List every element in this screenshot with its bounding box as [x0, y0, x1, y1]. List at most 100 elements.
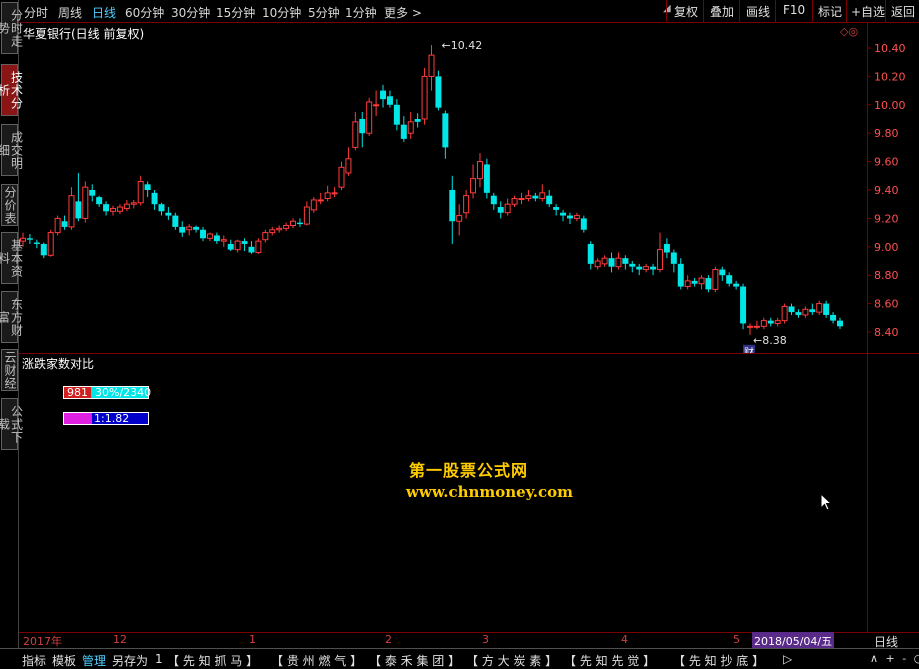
f10-button[interactable]: F10: [783, 3, 805, 17]
tab-eastmoney[interactable]: 东方财富: [0, 291, 24, 343]
chart-corner-icons[interactable]: ◇◎: [840, 25, 858, 38]
candle-body: [26, 238, 33, 240]
tab-intraday[interactable]: 分时走势: [0, 2, 24, 54]
candle-body: [200, 229, 207, 239]
manage-button[interactable]: 管理: [82, 652, 106, 669]
candle-body: [490, 195, 497, 205]
template-button[interactable]: 模板: [52, 652, 76, 669]
candle: [407, 111, 414, 139]
indicator-button[interactable]: 指标: [22, 652, 46, 669]
candle-body: [470, 178, 477, 194]
date-label: 12: [113, 633, 127, 646]
tab-technical-analysis[interactable]: 技术分析: [0, 64, 24, 116]
candle: [594, 258, 601, 270]
candle-body: [497, 207, 504, 213]
template-tab[interactable]: 【 泰 禾 集 团 】: [369, 652, 460, 669]
candle-body: [47, 232, 54, 256]
low-price-label: ←8.38: [753, 334, 787, 347]
candle: [255, 238, 262, 254]
template-tab[interactable]: 【 先 知 先 觉 】: [564, 652, 655, 669]
candle: [296, 218, 303, 227]
draw-line-button[interactable]: 画线: [746, 3, 770, 20]
candle-body: [719, 269, 726, 276]
candle: [539, 184, 546, 202]
candle-body: [373, 104, 380, 107]
candle-body: [20, 237, 26, 242]
period-weekly[interactable]: 周线: [58, 4, 82, 21]
candle-body: [172, 215, 179, 227]
add-watchlist-button[interactable]: +自选: [851, 3, 885, 20]
period-5min[interactable]: 5分钟: [308, 4, 340, 21]
toolbar-separator: [703, 0, 704, 22]
toolbar-separator: [812, 0, 813, 22]
candle: [615, 252, 622, 270]
candle: [643, 263, 650, 273]
toolbar-separator: [775, 0, 776, 22]
candle-body: [407, 121, 414, 134]
candle-body: [303, 206, 310, 225]
candle: [774, 317, 781, 327]
tab-formula-download[interactable]: 公式下载: [0, 398, 24, 450]
candle: [68, 187, 75, 230]
period-30min[interactable]: 30分钟: [171, 4, 210, 21]
candle: [712, 266, 719, 293]
page-number[interactable]: 1: [155, 652, 163, 666]
candle-body: [760, 320, 767, 327]
overlay-button[interactable]: 叠加: [710, 3, 734, 20]
template-tab[interactable]: 【 贵 州 燃 气 】: [271, 652, 362, 669]
price-tick-label: 8.80: [874, 269, 899, 282]
date-label: 3: [482, 633, 489, 646]
tab-cloud-finance[interactable]: 云财经: [1, 349, 18, 391]
template-tab[interactable]: 【 方 大 炭 素 】: [466, 652, 557, 669]
candle-body: [580, 218, 587, 230]
period-more[interactable]: 更多 >: [384, 4, 422, 21]
tab-price-table[interactable]: 分价表: [1, 184, 18, 226]
tab-basic-info[interactable]: 基本资料: [0, 232, 24, 284]
more-templates-icon[interactable]: ▷: [783, 652, 792, 666]
candle-body: [601, 257, 608, 265]
period-60min[interactable]: 60分钟: [125, 4, 164, 21]
period-1min[interactable]: 1分钟: [345, 4, 377, 21]
candle-body: [587, 243, 594, 264]
candle-body: [331, 192, 338, 195]
candle-body: [248, 246, 255, 253]
back-button[interactable]: 返回: [891, 3, 915, 20]
candle-body: [684, 280, 691, 288]
candle: [82, 181, 89, 223]
updown-compare-bar: 1:1.82: [63, 412, 149, 425]
candle-body: [442, 113, 449, 148]
candle: [414, 113, 421, 128]
candle: [684, 275, 691, 290]
tab-trade-details[interactable]: 成交明细: [0, 124, 24, 176]
period-15min[interactable]: 15分钟: [216, 4, 255, 21]
candle: [151, 190, 158, 210]
period-daily[interactable]: 日线: [92, 4, 116, 21]
candle-body: [712, 269, 719, 290]
candle: [823, 300, 830, 318]
candle: [435, 70, 442, 111]
candle-body: [33, 242, 40, 244]
candle-body: [629, 263, 636, 267]
candle: [276, 225, 283, 233]
candle-body: [220, 239, 227, 242]
candle-body: [421, 75, 428, 120]
save-as-button[interactable]: 另存为: [112, 652, 148, 669]
candle: [393, 99, 400, 131]
candle-body: [615, 257, 622, 268]
adjust-button[interactable]: 复权: [674, 3, 698, 20]
candle: [837, 317, 843, 330]
candle: [352, 111, 359, 151]
zoom-controls[interactable]: ∧ + - ○: [870, 652, 919, 665]
candle-body: [103, 204, 110, 212]
candlestick-chart[interactable]: ←10.42 ←8.38财 10.40 10.20 10.00 9.80 9.60 9.40…: [19, 23, 919, 353]
candle-body: [380, 90, 387, 100]
mark-button[interactable]: 标记: [818, 3, 842, 20]
candle: [40, 242, 47, 259]
candle-body: [400, 124, 407, 139]
template-tab[interactable]: 【 先 知 抓 马 】: [167, 652, 258, 669]
template-tab[interactable]: 【 先 知 抄 底 】: [673, 652, 764, 669]
period-10min[interactable]: 10分钟: [262, 4, 301, 21]
candle: [463, 190, 470, 219]
period-intraday[interactable]: 分时: [24, 4, 48, 21]
candle-body: [359, 119, 366, 134]
